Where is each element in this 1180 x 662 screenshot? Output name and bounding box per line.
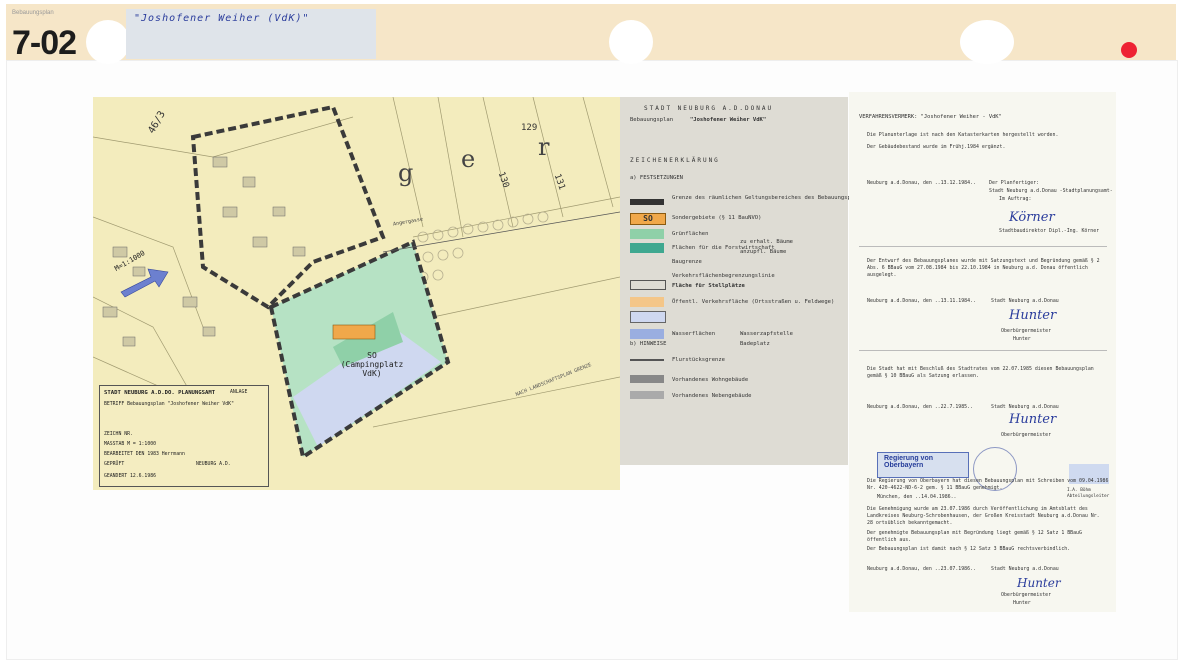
proc-p6: Die Genehmigung wurde am 23.07.1986 durc… bbox=[867, 506, 1100, 526]
legend-item-water: Wasserflächen bbox=[672, 331, 716, 337]
proc-p7: Der genehmigte Bebauungsplan mit Begründ… bbox=[867, 530, 1082, 543]
legend-item-house: Vorhandenes Wohngebäude bbox=[672, 377, 749, 383]
legend-note-bath: Badeplatz bbox=[740, 341, 770, 347]
legend-swatch-forest bbox=[630, 243, 664, 253]
map-letter-e: e bbox=[461, 145, 476, 173]
legend-swatch-parcel-line bbox=[630, 359, 664, 361]
legend-plan-name: "Joshofener Weiher VdK" bbox=[690, 117, 767, 123]
legend-swatch-boundary bbox=[630, 199, 664, 205]
legend-note-keep-trees: zu erhalt. Bäume bbox=[740, 239, 793, 245]
title-block-anlage: ANLAGE bbox=[230, 390, 248, 395]
proc-signer-1-auftrag: Im Auftrag: bbox=[999, 196, 1032, 202]
title-block-betreff: BETRIFF Bebauungsplan "Joshofener Weiher… bbox=[104, 402, 234, 407]
proc-date-1: Neuburg a.d.Donau, den ..13.12.1984.. bbox=[867, 180, 976, 186]
legend-item-parcel-line: Flurstücksgrenze bbox=[672, 357, 725, 363]
proc-city-3: Stadt Neuburg a.d.Donau bbox=[991, 404, 1059, 410]
title-block-gefertigt: GEANDERT 12.6.1986 bbox=[104, 474, 156, 479]
proc-p4: Die Stadt hat mit Beschluß des Stadtrate… bbox=[867, 366, 1094, 379]
proc-p3: Der Entwurf des Bebauungsplanes wurde mi… bbox=[867, 258, 1100, 278]
legend-item-outbuilding: Vorhandenes Nebengebäude bbox=[672, 393, 752, 399]
title-block-geprueft: GEPRÜFT bbox=[104, 462, 125, 467]
proc-mayor-2: Oberbürgermeister bbox=[1001, 328, 1052, 334]
signature-1: Körner bbox=[1009, 210, 1055, 225]
title-label-tape: "Joshofener Weiher (VdK)" bbox=[126, 9, 376, 59]
map-letter-r: r bbox=[538, 133, 550, 161]
proc-date-3: Neuburg a.d.Donau, den ..22.7.1985.. bbox=[867, 404, 973, 410]
stamp-regierung: Regierung von Oberbayern bbox=[877, 452, 969, 478]
signature-4: Hunter bbox=[1017, 576, 1061, 590]
punch-hole-right bbox=[960, 20, 1014, 64]
legend-item-boundary: Grenze des räumlichen Geltungsbereiches … bbox=[672, 195, 868, 201]
legend-swatch-outbuilding bbox=[630, 391, 664, 399]
proc-p1: Die Planunterlage ist nach den Katasterk… bbox=[867, 132, 1059, 138]
proc-city-2: Stadt Neuburg a.d.Donau bbox=[991, 298, 1059, 304]
proc-mayor-6: Oberbürgermeister bbox=[1001, 592, 1052, 598]
legend-subsection: a) FESTSETZUNGEN bbox=[630, 175, 683, 181]
proc-date-6: Neuburg a.d.Donau, den ..23.07.1986.. bbox=[867, 566, 976, 572]
proc-signer-1-name: Stadtbaudirektor Dipl.-Ing. Körner bbox=[999, 228, 1100, 234]
proc-date-2: Neuburg a.d.Donau, den ..13.11.1984.. bbox=[867, 298, 976, 304]
proc-mayor-2-name: Hunter bbox=[1013, 336, 1031, 342]
title-block-neuburg: NEUBURG A.D. bbox=[196, 462, 231, 467]
procedure-notes-panel: VERFAHRENSVERMERK: "Joshofener Weiher - … bbox=[849, 92, 1116, 612]
legend-swatch-green bbox=[630, 229, 664, 239]
legend-panel: STADT NEUBURG A.D.DONAU Bebauungsplan "J… bbox=[620, 97, 867, 465]
faint-header-text: Bebauungsplan bbox=[12, 10, 54, 16]
legend-sketch-line: Verkehrsflächenbegrenzungslinie bbox=[672, 273, 775, 279]
proc-title: VERFAHRENSVERMERK: "Joshofener Weiher - … bbox=[859, 114, 1002, 120]
legend-swatch-so: SO bbox=[630, 213, 666, 225]
legend-header: STADT NEUBURG A.D.DONAU bbox=[644, 105, 774, 112]
title-block-massstab: MASSTAB M = 1:1000 bbox=[104, 442, 156, 447]
legend-item-so: Sondergebiete (§ 11 BauNVO) bbox=[672, 215, 762, 221]
legend-swatch-parking bbox=[630, 280, 666, 290]
title-block-office: STADT NEUBURG A.D.DO. PLANUNGSAMT bbox=[104, 390, 216, 396]
legend-swatch-water bbox=[630, 329, 664, 339]
punch-hole-center bbox=[609, 20, 653, 64]
legend-hinweise: b) HINWEISE bbox=[630, 341, 667, 347]
legend-item-green: Grünflächen bbox=[672, 231, 709, 237]
parcel-label-129: 129 bbox=[521, 123, 538, 133]
legend-item-road: Öffentl. Verkehrsfläche (Ortsstraßen u. … bbox=[672, 299, 835, 305]
proc-p2: Der Gebäudebestand wurde im Frühj.1984 e… bbox=[867, 144, 1006, 150]
title-block-bearbeitet: BEARBEITET DEN 1983 Herrmann bbox=[104, 452, 185, 457]
plan-map: 46/3 129 130 131 g e r M=1:1000 Angergas… bbox=[93, 97, 620, 490]
legend-section-title: ZEICHENERKLÄRUNG bbox=[630, 157, 720, 164]
map-title-block: STADT NEUBURG A.D.DO. PLANUNGSAMT ANLAGE… bbox=[99, 385, 269, 487]
title-block-zeichn: ZEICHN NR. bbox=[104, 432, 133, 437]
legend-item-parking: Fläche für Stellplätze bbox=[672, 283, 745, 289]
separator-1 bbox=[859, 246, 1107, 247]
proc-mayor-3: Oberbürgermeister bbox=[1001, 432, 1052, 438]
map-letter-g: g bbox=[398, 159, 414, 187]
legend-plan-label: Bebauungsplan bbox=[630, 117, 674, 123]
legend-item-baugrenze: Baugrenze bbox=[672, 259, 702, 265]
proc-stamp-note: I.A. Böhm Abteilungsleiter bbox=[1067, 488, 1110, 499]
punch-hole-left bbox=[86, 20, 130, 64]
signature-2: Hunter bbox=[1009, 308, 1057, 323]
proc-p8: Der Bebauungsplan ist damit nach § 12 Sa… bbox=[867, 546, 1071, 552]
legend-item-tap: Wasserzapfstelle bbox=[740, 331, 793, 337]
proc-signer-1-org: Stadt Neuburg a.d.Donau -Stadtplanungsam… bbox=[989, 188, 1113, 194]
legend-swatch-crossed bbox=[630, 311, 666, 323]
signature-3: Hunter bbox=[1009, 412, 1057, 427]
proc-mayor-6-name: Hunter bbox=[1013, 600, 1031, 606]
separator-2 bbox=[859, 350, 1107, 351]
zone-label: SO (Campingplatz VdK) bbox=[340, 351, 404, 378]
legend-note-plant-trees: anzupfl. Bäume bbox=[740, 249, 787, 255]
legend-swatch-house bbox=[630, 375, 664, 383]
legend-swatch-road bbox=[630, 297, 664, 307]
proc-signer-1-role: Der Planfertiger: bbox=[989, 180, 1040, 186]
proc-date-5: München, den ..14.04.1986.. bbox=[877, 494, 957, 500]
sheet-number: 7-02 bbox=[12, 24, 77, 62]
plan-title-handwritten: "Joshofener Weiher (VdK)" bbox=[134, 13, 310, 24]
red-marker-dot bbox=[1121, 42, 1137, 58]
stamp-regierung-label: Regierung von Oberbayern bbox=[884, 455, 934, 469]
proc-city-6: Stadt Neuburg a.d.Donau bbox=[991, 566, 1059, 572]
